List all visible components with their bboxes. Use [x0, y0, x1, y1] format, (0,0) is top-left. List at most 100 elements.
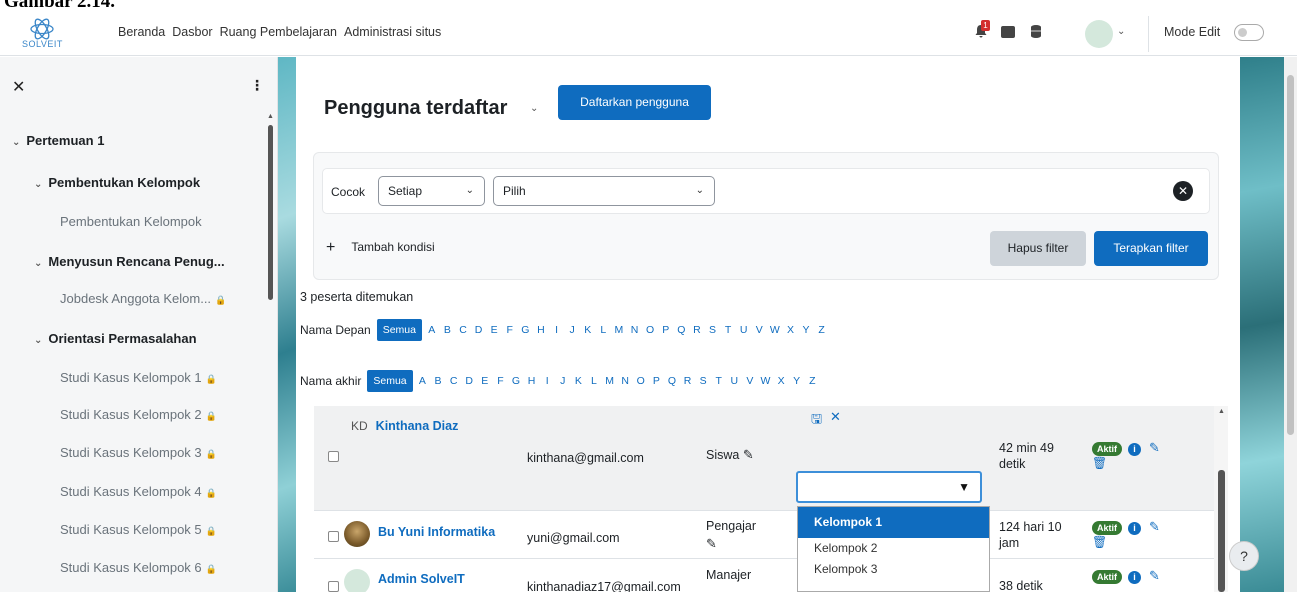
chat-icon[interactable]: [1001, 26, 1015, 38]
info-icon[interactable]: i: [1128, 443, 1141, 456]
group-option[interactable]: Kelompok 1: [798, 507, 989, 538]
initial-all-button[interactable]: Semua: [367, 370, 413, 392]
drawer-scrollbar[interactable]: [268, 125, 273, 300]
initial-letter-w[interactable]: W: [758, 375, 774, 387]
initial-letter-w[interactable]: W: [767, 324, 783, 336]
initial-letter-h[interactable]: H: [533, 324, 549, 336]
initial-all-button[interactable]: Semua: [376, 319, 422, 341]
table-scroll-thumb[interactable]: [1218, 470, 1225, 592]
initial-letter-q[interactable]: Q: [664, 375, 680, 387]
initial-letter-l[interactable]: L: [586, 375, 602, 387]
page-scrollbar[interactable]: [1284, 57, 1297, 592]
initial-letter-q[interactable]: Q: [674, 324, 690, 336]
initial-letter-v[interactable]: V: [742, 375, 758, 387]
initial-letter-g[interactable]: G: [508, 375, 524, 387]
chevron-down-icon[interactable]: ⌄: [34, 335, 42, 346]
activity-studi-kasus-4[interactable]: Studi Kasus Kelompok 4 🔒: [60, 484, 217, 499]
initial-letter-z[interactable]: Z: [814, 324, 830, 336]
chevron-down-icon[interactable]: ⌄: [530, 103, 538, 114]
initial-letter-u[interactable]: U: [727, 375, 743, 387]
close-icon[interactable]: ✕: [12, 77, 25, 97]
section-orientasi[interactable]: ⌄ Orientasi Permasalahan: [34, 331, 197, 346]
user-name-cell[interactable]: Admin SolveIT: [378, 572, 465, 586]
user-name-link[interactable]: Bu Yuni Informatika: [378, 525, 495, 539]
page-scroll-thumb[interactable]: [1287, 75, 1294, 435]
group-option[interactable]: Kelompok 3: [798, 559, 989, 580]
initial-letter-a[interactable]: A: [415, 375, 431, 387]
page-title[interactable]: Pengguna terdaftar: [324, 97, 507, 120]
chevron-down-icon[interactable]: ⌄: [34, 258, 42, 269]
initial-letter-m[interactable]: M: [611, 324, 627, 336]
initial-letter-k[interactable]: K: [580, 324, 596, 336]
enrol-users-button[interactable]: Daftarkan pengguna: [558, 85, 711, 120]
site-logo[interactable]: SOLVEIT: [22, 18, 62, 52]
initial-letter-o[interactable]: O: [633, 375, 649, 387]
section-pertemuan-1[interactable]: ⌄ Pertemuan 1: [12, 133, 104, 148]
pencil-icon[interactable]: ✎: [706, 535, 717, 553]
trash-icon[interactable]: 🗑: [1092, 535, 1107, 549]
initial-letter-f[interactable]: F: [502, 324, 518, 336]
initial-letter-u[interactable]: U: [736, 324, 752, 336]
initial-letter-s[interactable]: S: [695, 375, 711, 387]
group-option[interactable]: Kelompok 2: [798, 538, 989, 559]
initial-letter-a[interactable]: A: [424, 324, 440, 336]
initial-letter-y[interactable]: Y: [789, 375, 805, 387]
section-pembentukan-kelompok[interactable]: ⌄ Pembentukan Kelompok: [34, 175, 200, 190]
initial-letter-y[interactable]: Y: [798, 324, 814, 336]
initial-letter-r[interactable]: R: [680, 375, 696, 387]
initial-letter-b[interactable]: B: [440, 324, 456, 336]
info-icon[interactable]: i: [1128, 571, 1141, 584]
clear-filters-button[interactable]: Hapus filter: [990, 231, 1086, 266]
initial-letter-b[interactable]: B: [430, 375, 446, 387]
edit-mode-toggle[interactable]: [1234, 24, 1264, 41]
edit-enrolment-icon[interactable]: ✎: [1149, 519, 1160, 535]
initial-letter-s[interactable]: S: [705, 324, 721, 336]
pencil-icon[interactable]: ✎: [743, 447, 754, 463]
initial-letter-i[interactable]: I: [549, 324, 565, 336]
chevron-down-icon[interactable]: ⌄: [1117, 26, 1125, 37]
initial-letter-h[interactable]: H: [524, 375, 540, 387]
initial-letter-o[interactable]: O: [642, 324, 658, 336]
filter-type-select[interactable]: Pilih ⌄: [493, 176, 715, 206]
kebab-menu-icon[interactable]: ⋮: [250, 77, 264, 94]
initial-letter-z[interactable]: Z: [804, 375, 820, 387]
trash-icon[interactable]: 🗑: [1092, 456, 1107, 470]
save-icon[interactable]: 🖫: [811, 410, 822, 432]
scroll-up-arrow-icon[interactable]: ▲: [267, 113, 274, 120]
initial-letter-e[interactable]: E: [486, 324, 502, 336]
chevron-down-icon[interactable]: ⌄: [12, 137, 20, 148]
nav-link-site-admin[interactable]: Administrasi situs: [344, 25, 441, 39]
initial-letter-d[interactable]: D: [471, 324, 487, 336]
initial-letter-x[interactable]: X: [783, 324, 799, 336]
initial-letter-t[interactable]: T: [720, 324, 736, 336]
row-checkbox[interactable]: [328, 451, 339, 462]
chevron-down-icon[interactable]: ⌄: [34, 179, 42, 190]
initial-letter-p[interactable]: P: [658, 324, 674, 336]
initial-letter-n[interactable]: N: [627, 324, 643, 336]
row-checkbox[interactable]: [328, 531, 339, 542]
add-condition-button[interactable]: + Tambah kondisi: [326, 239, 435, 257]
edit-enrolment-icon[interactable]: ✎: [1149, 568, 1160, 584]
activity-studi-kasus-6[interactable]: Studi Kasus Kelompok 6 🔒: [60, 560, 217, 575]
activity-jobdesk[interactable]: Jobdesk Anggota Kelom... 🔒: [60, 291, 226, 306]
initial-letter-k[interactable]: K: [571, 375, 587, 387]
initial-letter-v[interactable]: V: [751, 324, 767, 336]
row-checkbox[interactable]: [328, 581, 339, 592]
activity-studi-kasus-5[interactable]: Studi Kasus Kelompok 5 🔒: [60, 522, 217, 537]
initial-letter-x[interactable]: X: [773, 375, 789, 387]
user-name-link[interactable]: Kinthana Diaz: [376, 419, 459, 433]
user-name-cell[interactable]: Bu Yuni Informatika: [378, 525, 495, 539]
match-select[interactable]: Setiap ⌄: [378, 176, 485, 206]
remove-condition-icon[interactable]: ✕: [1173, 181, 1193, 201]
nav-link-home[interactable]: Beranda: [118, 25, 165, 39]
activity-pembentukan-kelompok[interactable]: Pembentukan Kelompok: [60, 214, 202, 229]
section-menyusun-rencana[interactable]: ⌄ Menyusun Rencana Penug...: [34, 254, 225, 269]
initial-letter-l[interactable]: L: [596, 324, 612, 336]
initial-letter-f[interactable]: F: [493, 375, 509, 387]
nav-link-dashboard[interactable]: Dasbor: [172, 25, 212, 39]
initial-letter-j[interactable]: J: [555, 375, 571, 387]
cancel-icon[interactable]: ✕: [830, 409, 841, 425]
edit-enrolment-icon[interactable]: ✎: [1149, 440, 1160, 456]
activity-studi-kasus-2[interactable]: Studi Kasus Kelompok 2 🔒: [60, 407, 217, 422]
database-icon[interactable]: [1030, 24, 1042, 39]
